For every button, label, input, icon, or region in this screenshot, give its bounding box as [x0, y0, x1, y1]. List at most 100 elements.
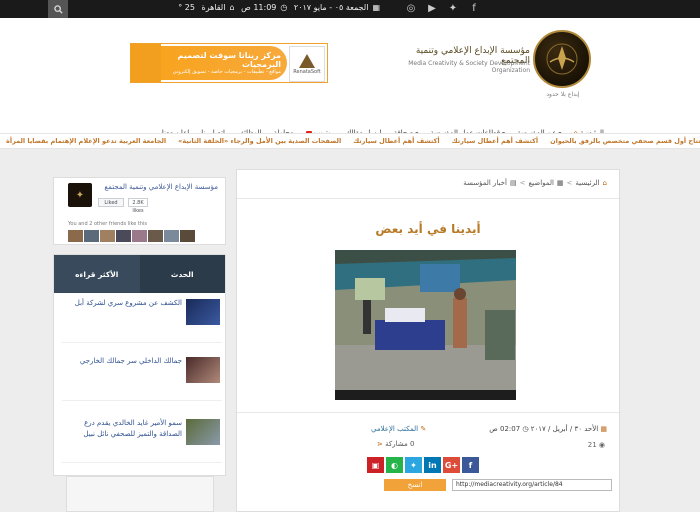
googleplus-icon: G+	[444, 460, 459, 470]
sidebar-lower-widget	[66, 476, 214, 512]
fb-like-button[interactable]: Liked	[98, 198, 124, 207]
view-count: 21 ◉	[588, 441, 605, 449]
share-buttons: ▣ ◐ ✦ in G+ f	[367, 457, 479, 473]
article-time: 02:07 ص	[489, 425, 521, 433]
print-icon: ▣	[371, 460, 380, 470]
share-count-value: 0	[409, 440, 415, 448]
site-logo[interactable]	[533, 30, 591, 88]
list-item[interactable]: سمو الأمير غايد الخالدي يقدم درع الصداقة…	[62, 417, 222, 463]
facebook-icon[interactable]: f	[468, 2, 480, 14]
list-item[interactable]: الكشف عن مشروع سري لشركة أبل	[62, 297, 222, 343]
tab-bar: الأكثر قراءه الحدث	[54, 255, 225, 293]
facebook-share-button[interactable]: f	[462, 457, 479, 473]
list-icon: ▤	[509, 179, 517, 187]
ticker-item[interactable]: أكتشف أهم أعطال سيارتك	[347, 137, 445, 145]
pen-emblem-icon	[546, 43, 578, 75]
news-ticker: الجامعة العربية تدعو الإعلام الإهتمام بق…	[0, 133, 700, 149]
avatar[interactable]	[84, 230, 99, 242]
ad-subtitle: مواقع - تطبيقات - برمجيات خاصة - تسويق إ…	[172, 69, 281, 75]
article-author[interactable]: ✎ المكتب الإعلامي	[371, 425, 426, 433]
current-time: 11:09 ص	[241, 3, 277, 12]
facebook-icon: f	[468, 460, 473, 470]
breadcrumb-news[interactable]: أخبار المؤسسة	[463, 179, 507, 187]
article-url-field[interactable]: http://mediacreativity.org/article/84	[452, 479, 612, 491]
event-photo-image	[335, 250, 516, 400]
news-thumbnail	[186, 299, 220, 325]
news-title[interactable]: الكشف عن مشروع سري لشركة أبل	[62, 298, 182, 309]
ad-body: مركز ريناتا سوفت لتصميم البرمجيات مواقع …	[161, 46, 287, 80]
news-title[interactable]: جمالك الداخلي سر جمالك الخارجي	[62, 356, 182, 367]
date-weather: ▦الجمعة ٠٥ - مايو ٢٠١٧ ◷11:09 ص ⌂القاهرة…	[178, 3, 380, 12]
avatar[interactable]	[100, 230, 115, 242]
news-title[interactable]: سمو الأمير غايد الخالدي يقدم درع الصداقة…	[62, 418, 182, 440]
youtube-icon[interactable]: ▶	[426, 2, 438, 14]
author-name: المكتب الإعلامي	[371, 425, 419, 433]
view-count-value: 21	[587, 441, 597, 449]
breadcrumb-home[interactable]: الرئيسية	[575, 179, 599, 187]
news-thumbnail	[186, 357, 220, 383]
article-title: أيدينا في أيد بعض	[375, 222, 481, 236]
print-share-button[interactable]: ▣	[367, 457, 384, 473]
ad-accent-strip	[131, 44, 161, 82]
top-bar: ▦الجمعة ٠٥ - مايو ٢٠١٧ ◷11:09 ص ⌂القاهرة…	[0, 0, 700, 18]
avatar[interactable]	[68, 230, 83, 242]
tab-most-read[interactable]: الأكثر قراءه	[54, 255, 140, 293]
breadcrumb-topics[interactable]: المواضيع	[528, 179, 553, 187]
article-card: ⌂ الرئيسية > ▦ المواضيع > ▤ أخبار المؤسس…	[236, 169, 620, 512]
ticker-item[interactable]: الصفحات الصدية بين الأمل والرجاء «الحلقة…	[172, 137, 347, 145]
current-temperature: 25 °	[178, 3, 195, 12]
ticker-item[interactable]: الجامعة العربية تدعو الإعلام الإهتمام بق…	[0, 137, 172, 145]
ad-title: مركز ريناتا سوفت لتصميم البرمجيات	[177, 51, 281, 69]
tabs-widget: الأكثر قراءه الحدث الكشف عن مشروع سري لش…	[53, 254, 226, 476]
article-photo[interactable]	[335, 250, 516, 400]
site-header: إبداع بلا حدود مؤسسة الإبداع الإعلامي وت…	[0, 18, 700, 137]
grid-icon: ▦	[556, 179, 564, 187]
avatar[interactable]	[116, 230, 131, 242]
ticker-item[interactable]: إفتتاح أول قسم صحفي متخصص بالرفق بالحيوا…	[544, 137, 700, 145]
breadcrumb: ⌂ الرئيسية > ▦ المواضيع > ▤ أخبار المؤسس…	[463, 179, 607, 187]
news-thumbnail	[186, 419, 220, 445]
divider	[237, 198, 619, 199]
twitter-icon: ✦	[410, 460, 417, 470]
article-meta: ▦ الأحد ٣٠ / أبريل / ٢٠١٧ ◷ 02:07 ص	[489, 425, 607, 433]
ad-logo: RenataSoft	[289, 46, 325, 82]
tab-latest[interactable]: الحدث	[139, 255, 225, 293]
ticker-item[interactable]: أكتشف أهم أعطال سيارتك	[446, 137, 544, 145]
copy-link-button[interactable]: انسخ	[384, 479, 446, 491]
avatar[interactable]	[148, 230, 163, 242]
social-links: ◎ ▶ ✦ f	[405, 2, 480, 14]
calendar-icon: ▦	[372, 3, 380, 12]
search-button[interactable]	[48, 0, 68, 18]
pencil-icon: ✎	[420, 425, 427, 433]
header-ad-banner[interactable]: مركز ريناتا سوفت لتصميم البرمجيات مواقع …	[130, 43, 328, 83]
twitter-share-button[interactable]: ✦	[405, 457, 422, 473]
googleplus-share-button[interactable]: G+	[443, 457, 460, 473]
search-icon	[53, 4, 63, 14]
article-date: الأحد ٣٠ / أبريل / ٢٠١٧	[530, 425, 599, 433]
linkedin-icon: in	[428, 460, 437, 470]
whatsapp-icon: ◐	[391, 460, 398, 470]
org-name-english: Media Creativity & Society Development O…	[408, 60, 530, 74]
fb-friend-avatars	[68, 230, 195, 242]
clock-icon: ◷	[522, 425, 529, 433]
logo-tagline: إبداع بلا حدود	[546, 91, 580, 98]
fb-page-logo[interactable]: ✦	[68, 183, 92, 207]
ad-logo-text: RenataSoft	[293, 69, 321, 75]
fb-friends-text: You and 2 other friends like this	[68, 221, 147, 227]
linkedin-share-button[interactable]: in	[424, 457, 441, 473]
twitter-icon[interactable]: ✦	[447, 2, 459, 14]
divider	[237, 412, 619, 413]
list-item[interactable]: جمالك الداخلي سر جمالك الخارجي	[62, 355, 222, 401]
current-date: الجمعة ٠٥ - مايو ٢٠١٧	[293, 3, 369, 12]
fb-like-count: 2.8K likes	[128, 198, 148, 214]
fb-page-name[interactable]: مؤسسة الإبداع الإعلامي وتنمية المجتمع	[98, 183, 218, 191]
clock-icon: ◷	[280, 3, 288, 12]
whatsapp-share-button[interactable]: ◐	[386, 457, 403, 473]
home-icon: ⌂	[602, 179, 607, 187]
instagram-icon[interactable]: ◎	[405, 2, 417, 14]
share-count-label: مشاركة	[385, 440, 408, 448]
calendar-icon: ▦	[600, 425, 607, 433]
avatar[interactable]	[164, 230, 179, 242]
avatar[interactable]	[180, 230, 195, 242]
avatar[interactable]	[132, 230, 147, 242]
